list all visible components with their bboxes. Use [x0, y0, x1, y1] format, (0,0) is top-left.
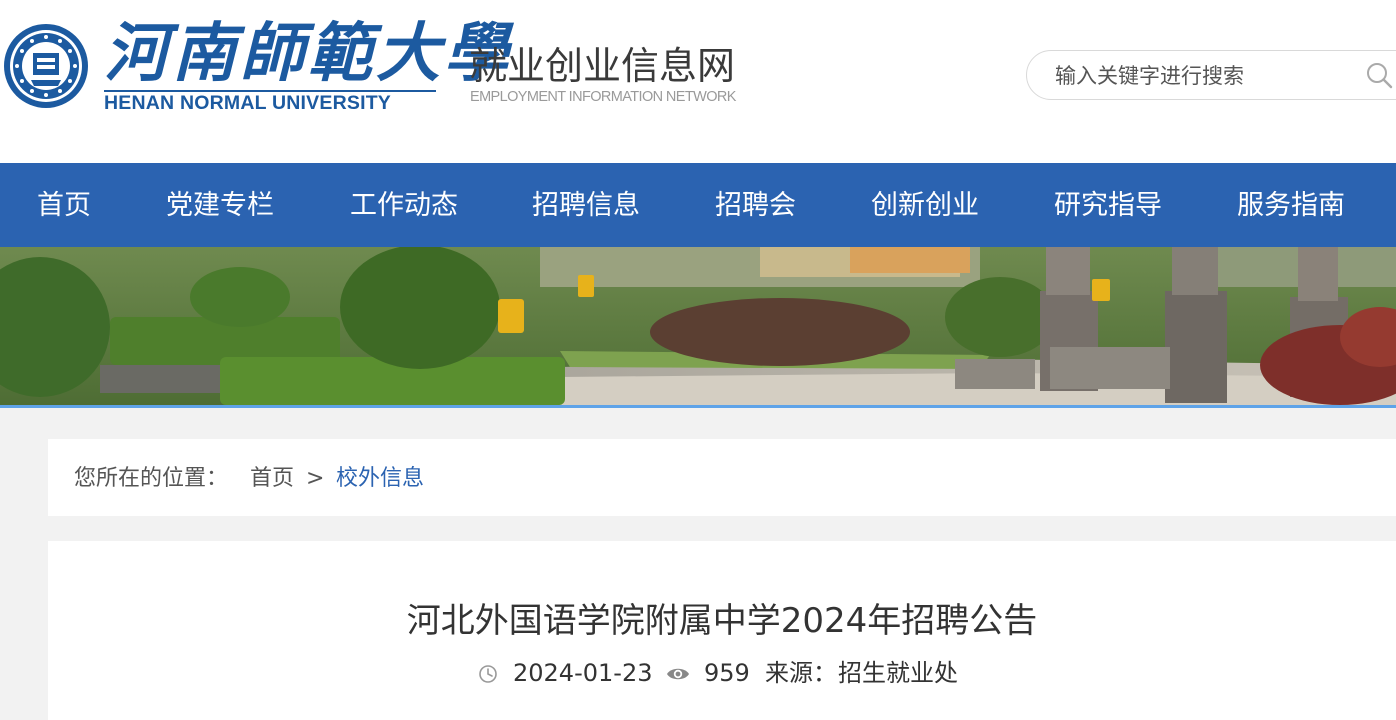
site-title: 就业创业信息网 [469, 44, 736, 88]
article-source: 招生就业处 [838, 659, 958, 687]
article-title: 河北外国语学院附属中学2024年招聘公告 [406, 601, 1038, 641]
article-views: 959 [704, 659, 750, 687]
eye-icon [667, 668, 689, 680]
search-input[interactable] [1053, 59, 1357, 93]
search-icon[interactable] [1364, 60, 1394, 90]
nav-item-job-fair[interactable]: 招聘会 [715, 163, 796, 247]
breadcrumb-current-link[interactable]: 校外信息 [336, 439, 424, 516]
university-name-cn[interactable]: 河南師範大學 [104, 14, 508, 94]
article-date: 2024-01-23 [513, 659, 653, 687]
article-panel: 河北外国语学院附属中学2024年招聘公告 2024-01-23 959 来源： … [48, 541, 1396, 720]
campus-banner-image [0, 247, 1396, 405]
university-name-en[interactable]: HENAN NORMAL UNIVERSITY [104, 92, 440, 114]
breadcrumb: 您所在的位置： 首页 > 校外信息 [48, 439, 1396, 516]
breadcrumb-home-link[interactable]: 首页 [250, 439, 294, 516]
main-nav: 首页 党建专栏 工作动态 招聘信息 招聘会 创新创业 研究指导 服务指南 [0, 163, 1396, 247]
nav-item-party[interactable]: 党建专栏 [166, 163, 274, 247]
nav-item-news[interactable]: 工作动态 [350, 163, 458, 247]
breadcrumb-prefix: 您所在的位置： [74, 466, 229, 491]
nav-item-recruit[interactable]: 招聘信息 [532, 163, 640, 247]
nav-item-innovation[interactable]: 创新创业 [871, 163, 979, 247]
article-source-label: 来源： [765, 659, 837, 687]
clock-icon [479, 665, 497, 683]
university-seal-icon[interactable] [2, 22, 90, 110]
nav-item-home[interactable]: 首页 [37, 163, 91, 247]
site-header: 河南師範大學 HENAN NORMAL UNIVERSITY 就业创业信息网 E… [0, 0, 1396, 163]
nav-item-research[interactable]: 研究指导 [1054, 163, 1162, 247]
search-box [1026, 50, 1396, 100]
breadcrumb-separator: > [306, 466, 325, 491]
banner-divider [0, 405, 1396, 408]
site-subtitle: EMPLOYMENT INFORMATION NETWORK [470, 89, 736, 105]
nav-item-guide[interactable]: 服务指南 [1237, 163, 1345, 247]
